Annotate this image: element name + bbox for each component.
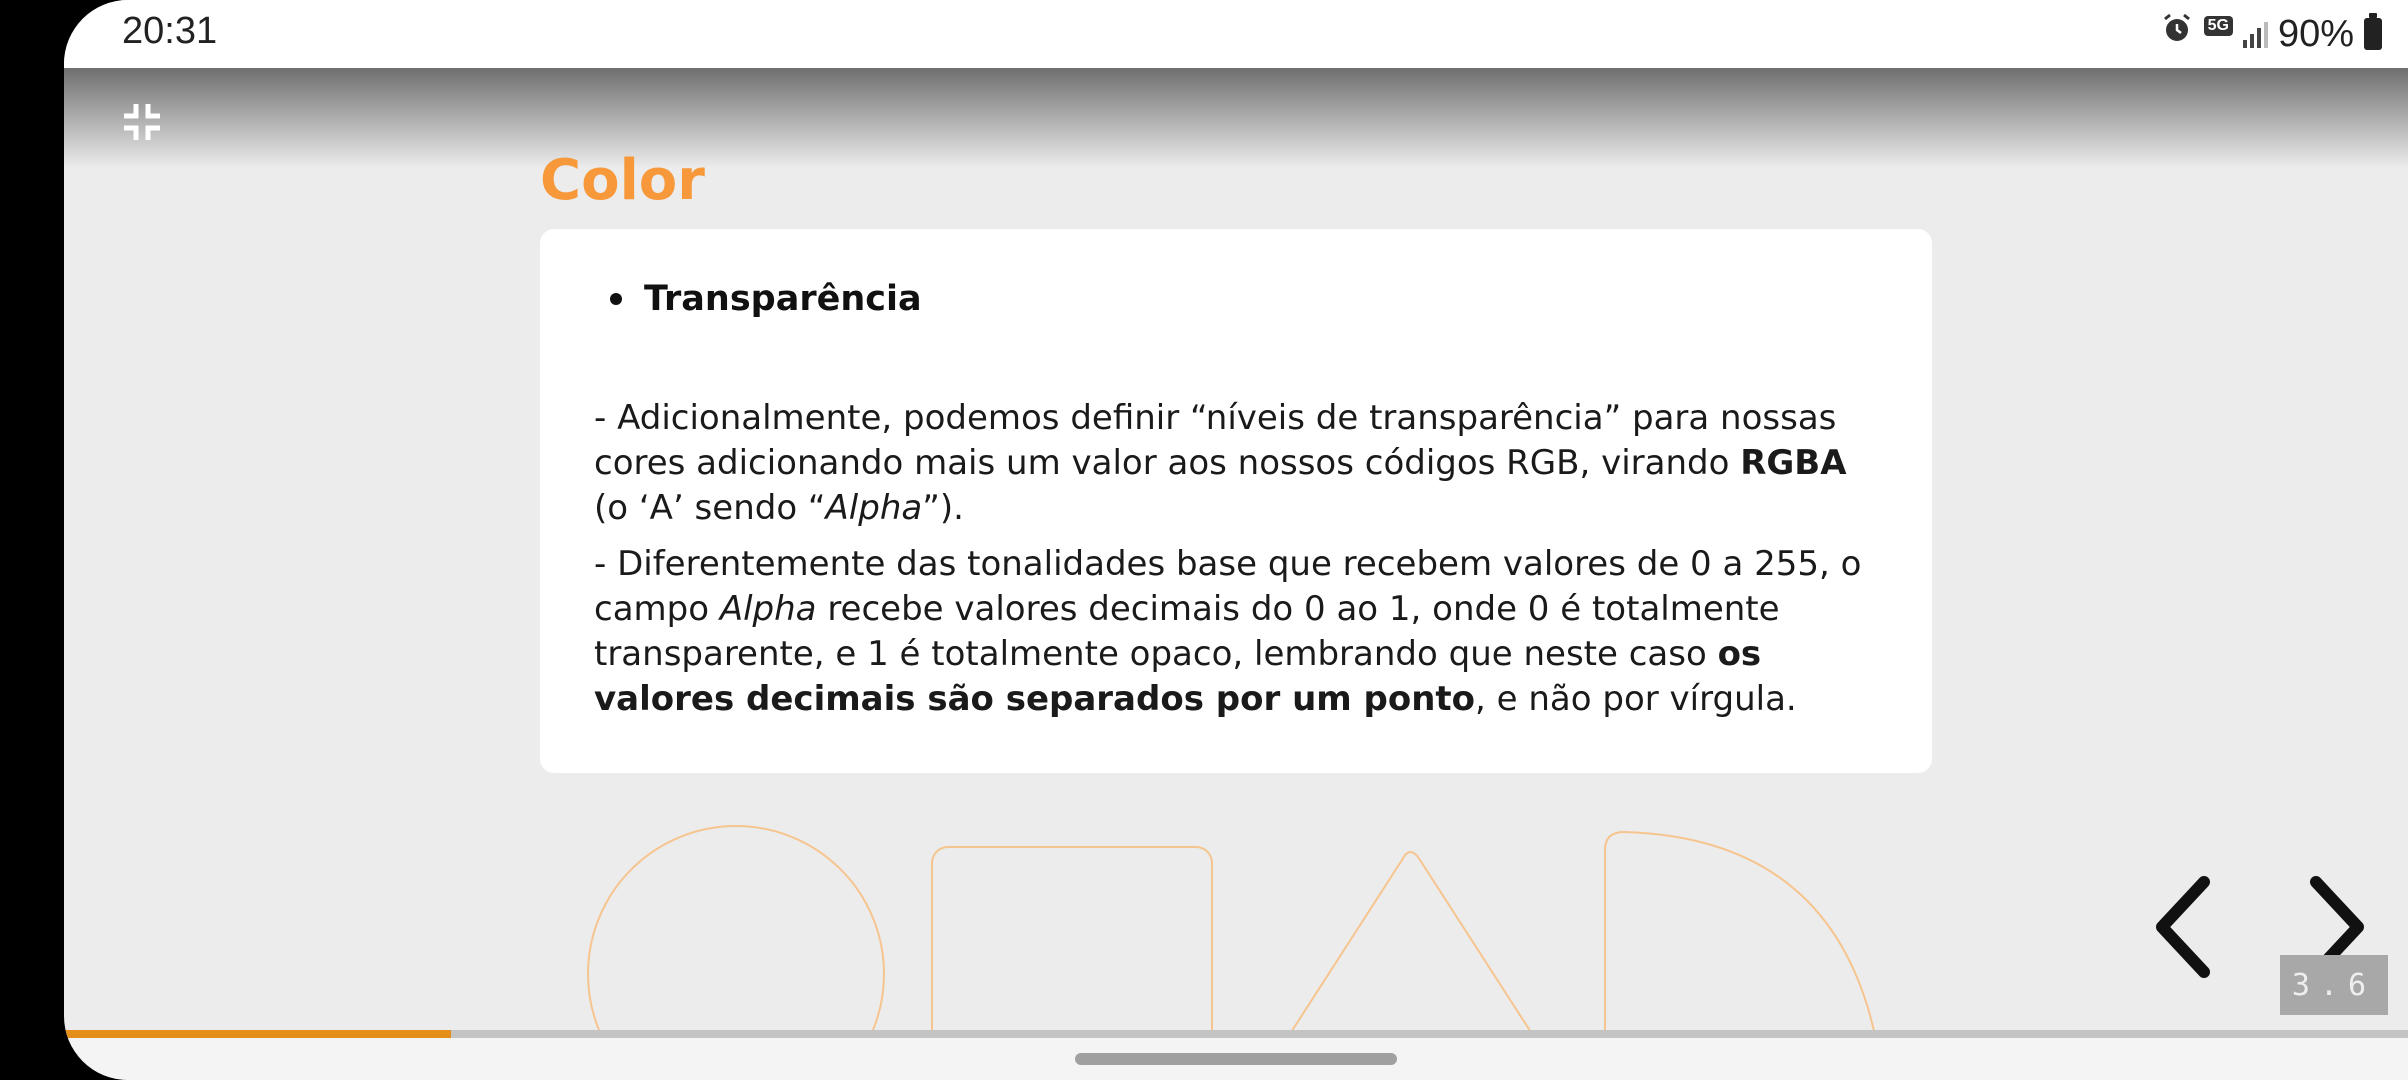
chevron-left-icon — [2156, 876, 2210, 978]
content-card: Transparência - Adicionalmente, podemos … — [540, 229, 1932, 773]
bullet-dot — [610, 293, 622, 305]
signal-icon — [2242, 20, 2268, 48]
slide-progress-bar[interactable] — [64, 1030, 2408, 1038]
status-bar: 20:31 5G 90% — [64, 0, 2408, 68]
slide-title: Color — [540, 148, 705, 213]
status-icons: 5G 90% — [2160, 10, 2382, 58]
status-time: 20:31 — [122, 10, 218, 52]
previous-slide-button[interactable] — [2144, 872, 2224, 982]
slide-counter: 3.6 — [2280, 955, 2388, 1015]
para1-text-3: ”). — [922, 488, 964, 528]
decor-triangle — [1285, 851, 1537, 1041]
para1-text-2: (o ‘A’ sendo “ — [594, 488, 826, 528]
exit-fullscreen-icon[interactable] — [120, 100, 164, 144]
para1-italic: Alpha — [825, 488, 923, 528]
presentation-screen: 20:31 5G 90% Color Transparência - Adici… — [64, 0, 2408, 1080]
battery-percent: 90% — [2277, 12, 2354, 55]
para1-bold: RGBA — [1740, 443, 1847, 483]
paragraph-rgba: - Adicionalmente, podemos definir “nívei… — [594, 396, 1884, 531]
5g-icon: 5G — [2203, 16, 2233, 36]
home-indicator[interactable] — [1075, 1053, 1397, 1065]
battery-icon — [2364, 13, 2382, 50]
bullet-label: Transparência — [644, 279, 922, 319]
slide-progress-fill — [64, 1030, 451, 1038]
bullet-item: Transparência — [610, 279, 922, 319]
para2-text-3: , e não por vírgula. — [1475, 679, 1797, 719]
para1-text-1: - Adicionalmente, podemos definir “nívei… — [594, 398, 1837, 483]
alarm-icon — [2160, 12, 2194, 56]
decor-quarter-circle — [1604, 830, 1877, 1041]
top-toolbar-gradient — [64, 68, 2408, 168]
para2-italic: Alpha — [719, 589, 817, 629]
paragraph-alpha: - Diferentemente das tonalidades base qu… — [594, 542, 1884, 722]
